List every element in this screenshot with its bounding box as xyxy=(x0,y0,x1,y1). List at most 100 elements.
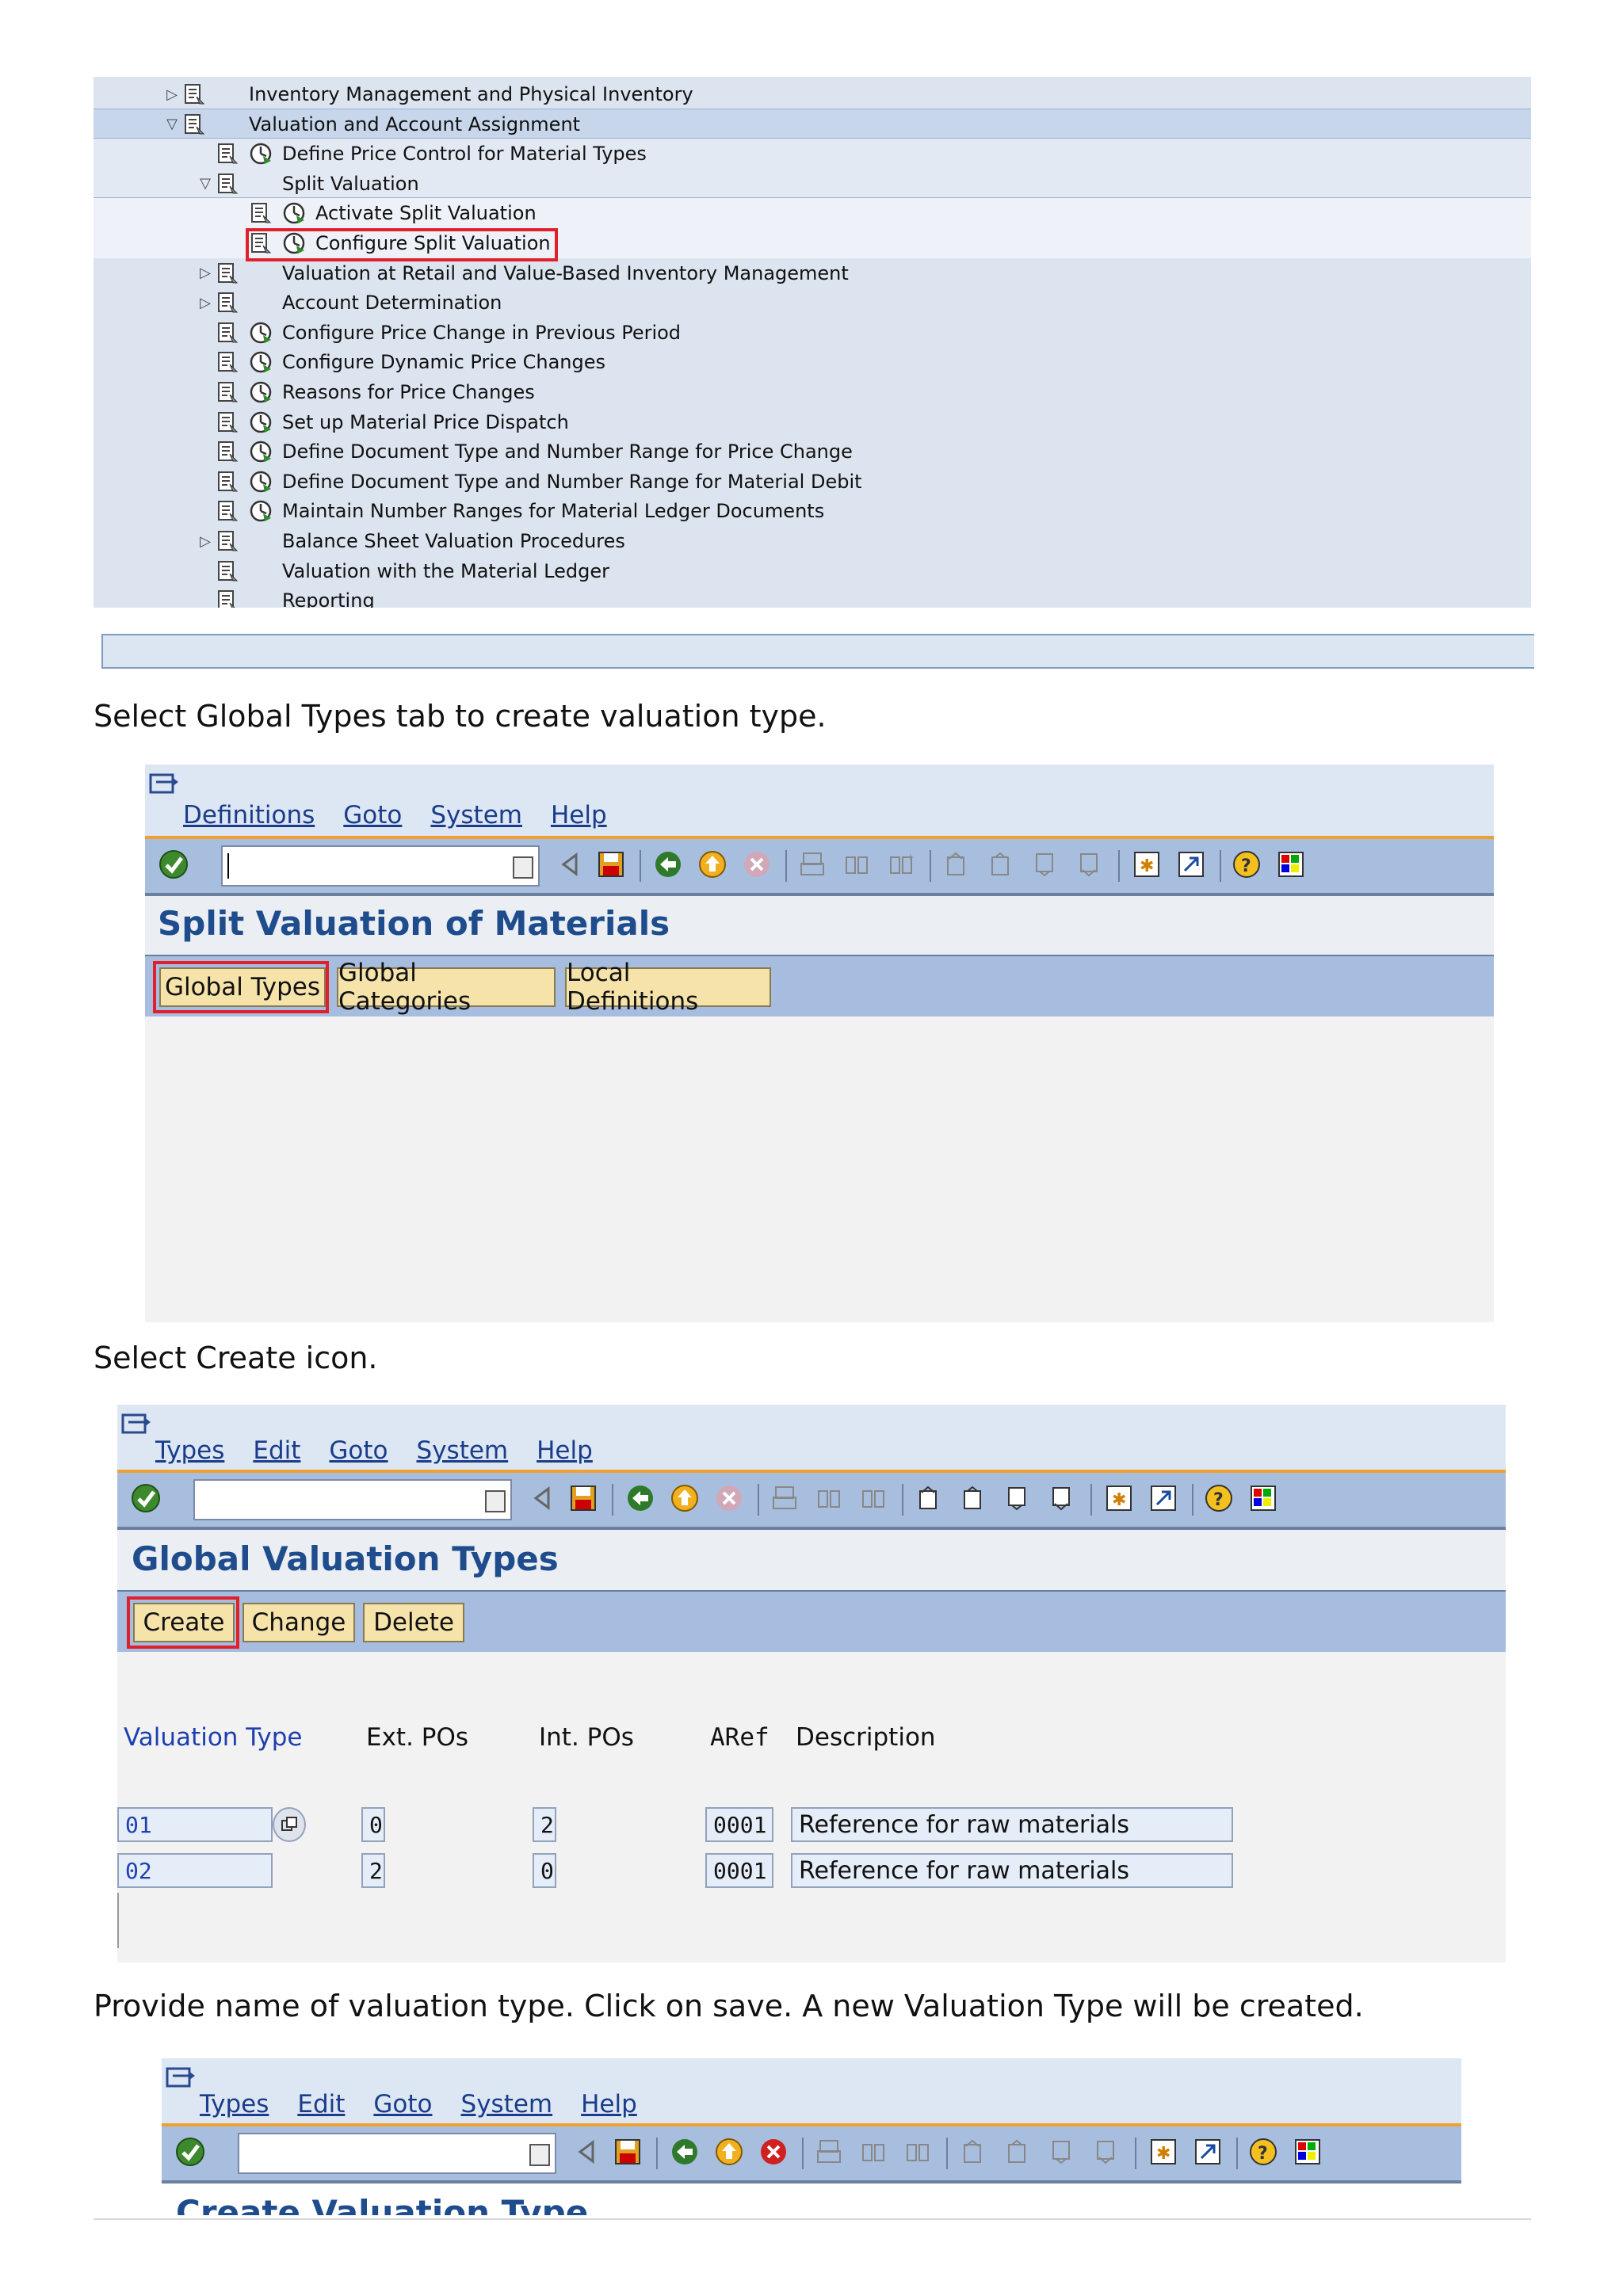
execute-clock-icon[interactable] xyxy=(249,380,273,404)
back-arrow-icon[interactable] xyxy=(526,1482,558,1514)
int-pos-field[interactable]: 0 xyxy=(533,1853,556,1888)
tree-node[interactable]: Reporting xyxy=(195,586,375,608)
new-session-icon[interactable]: ✱ xyxy=(1148,2136,1179,2168)
tree-node[interactable]: Activate Split Valuation xyxy=(228,199,537,227)
cancel-icon[interactable] xyxy=(713,1482,745,1514)
documentation-icon[interactable] xyxy=(216,142,239,166)
tree-node[interactable]: ▷ Account Determination xyxy=(195,288,502,317)
int-pos-field[interactable]: 2 xyxy=(533,1807,556,1842)
previous-page-icon[interactable] xyxy=(1002,2136,1033,2168)
documentation-icon[interactable] xyxy=(216,350,239,374)
tree-node[interactable]: Configure Price Change in Previous Perio… xyxy=(195,318,681,347)
collapse-arrow-icon[interactable]: ▽ xyxy=(195,170,216,198)
documentation-icon[interactable] xyxy=(182,82,206,106)
last-page-icon[interactable] xyxy=(1090,2136,1122,2168)
shortcut-icon[interactable] xyxy=(1148,1482,1179,1514)
menu-system[interactable]: System xyxy=(461,2090,553,2119)
save-icon[interactable] xyxy=(567,1482,599,1514)
tree-node[interactable]: ▷ Inventory Management and Physical Inven… xyxy=(162,80,693,109)
documentation-icon[interactable] xyxy=(216,321,239,345)
documentation-icon[interactable] xyxy=(216,589,239,608)
tree-node[interactable]: Maintain Number Ranges for Material Ledg… xyxy=(195,497,824,525)
last-page-icon[interactable] xyxy=(1046,1482,1078,1514)
ext-pos-field[interactable]: 2 xyxy=(361,1853,385,1888)
exit-icon[interactable] xyxy=(697,849,728,880)
aref-field[interactable]: 0001 xyxy=(705,1807,773,1842)
shortcut-icon[interactable] xyxy=(1175,849,1207,880)
back-icon[interactable] xyxy=(652,849,684,880)
menu-goto[interactable]: Goto xyxy=(373,2090,432,2119)
documentation-icon[interactable] xyxy=(216,499,239,523)
execute-clock-icon[interactable] xyxy=(249,410,273,434)
help-icon[interactable]: ? xyxy=(1203,1482,1235,1514)
documentation-icon[interactable] xyxy=(216,440,239,463)
documentation-icon[interactable] xyxy=(216,410,239,434)
tab-local-definitions[interactable]: Local Definitions xyxy=(565,959,771,1016)
tree-node[interactable]: Valuation with the Material Ledger xyxy=(195,557,609,585)
execute-clock-icon[interactable] xyxy=(282,201,306,225)
description-field[interactable]: Reference for raw materials xyxy=(791,1853,1233,1888)
new-session-icon[interactable]: ✱ xyxy=(1131,849,1163,880)
tree-node[interactable]: Set up Material Price Dispatch xyxy=(195,408,569,437)
menu-definitions[interactable]: Definitions xyxy=(183,801,315,830)
customize-layout-icon[interactable] xyxy=(1247,1482,1279,1514)
help-icon[interactable]: ? xyxy=(1247,2136,1279,2168)
valuation-type-field[interactable]: 02 xyxy=(117,1853,273,1888)
enter-icon[interactable] xyxy=(174,2136,206,2168)
first-page-icon[interactable] xyxy=(941,849,972,880)
command-field[interactable] xyxy=(193,1479,512,1520)
find-next-icon[interactable] xyxy=(902,2136,934,2168)
previous-page-icon[interactable] xyxy=(985,849,1017,880)
command-field[interactable] xyxy=(238,2133,556,2174)
save-icon[interactable] xyxy=(595,849,627,880)
menu-help[interactable]: Help xyxy=(537,1436,593,1465)
documentation-icon[interactable] xyxy=(216,261,239,285)
menu-edit[interactable]: Edit xyxy=(297,2090,345,2119)
save-icon[interactable] xyxy=(612,2136,643,2168)
execute-clock-icon[interactable] xyxy=(249,499,273,523)
menu-types[interactable]: Types xyxy=(200,2090,269,2119)
print-icon[interactable] xyxy=(813,2136,845,2168)
execute-clock-icon[interactable] xyxy=(249,440,273,463)
menu-system[interactable]: System xyxy=(430,801,522,830)
value-help-icon[interactable] xyxy=(273,1807,306,1842)
next-page-icon[interactable] xyxy=(1029,849,1061,880)
expand-arrow-icon[interactable]: ▷ xyxy=(195,288,216,317)
print-icon[interactable] xyxy=(796,849,828,880)
help-icon[interactable]: ? xyxy=(1231,849,1262,880)
documentation-icon[interactable] xyxy=(216,470,239,494)
delete-button[interactable]: Delete xyxy=(363,1603,464,1642)
execute-clock-icon[interactable] xyxy=(249,142,273,166)
enter-icon[interactable] xyxy=(158,849,189,880)
menu-system[interactable]: System xyxy=(417,1436,509,1465)
ext-pos-field[interactable]: 0 xyxy=(361,1807,385,1842)
find-icon[interactable] xyxy=(813,1482,845,1514)
change-button[interactable]: Change xyxy=(242,1603,355,1642)
find-icon[interactable] xyxy=(841,849,873,880)
execute-clock-icon[interactable] xyxy=(249,350,273,374)
expand-arrow-icon[interactable]: ▷ xyxy=(195,527,216,555)
find-icon[interactable] xyxy=(857,2136,889,2168)
command-field[interactable] xyxy=(221,845,540,887)
collapse-arrow-icon[interactable]: ▽ xyxy=(162,110,182,139)
back-arrow-icon[interactable] xyxy=(571,2136,602,2168)
new-session-icon[interactable]: ✱ xyxy=(1103,1482,1135,1514)
documentation-icon[interactable] xyxy=(216,380,239,404)
back-arrow-icon[interactable] xyxy=(554,849,586,880)
execute-clock-icon[interactable] xyxy=(249,470,273,494)
menu-edit[interactable]: Edit xyxy=(253,1436,300,1465)
menu-help[interactable]: Help xyxy=(581,2090,637,2119)
menu-goto[interactable]: Goto xyxy=(329,1436,388,1465)
aref-field[interactable]: 0001 xyxy=(705,1853,773,1888)
cancel-icon[interactable] xyxy=(741,849,773,880)
menu-help[interactable]: Help xyxy=(551,801,607,830)
window-menu-icon[interactable] xyxy=(120,1411,152,1440)
documentation-icon[interactable] xyxy=(216,529,239,553)
documentation-icon[interactable] xyxy=(216,559,239,583)
valuation-type-field[interactable]: 01 xyxy=(117,1807,273,1842)
customize-layout-icon[interactable] xyxy=(1275,849,1307,880)
next-page-icon[interactable] xyxy=(1002,1482,1033,1514)
find-next-icon[interactable]: + xyxy=(885,849,917,880)
shortcut-icon[interactable] xyxy=(1192,2136,1224,2168)
tab-global-categories[interactable]: Global Categories xyxy=(337,959,556,1016)
